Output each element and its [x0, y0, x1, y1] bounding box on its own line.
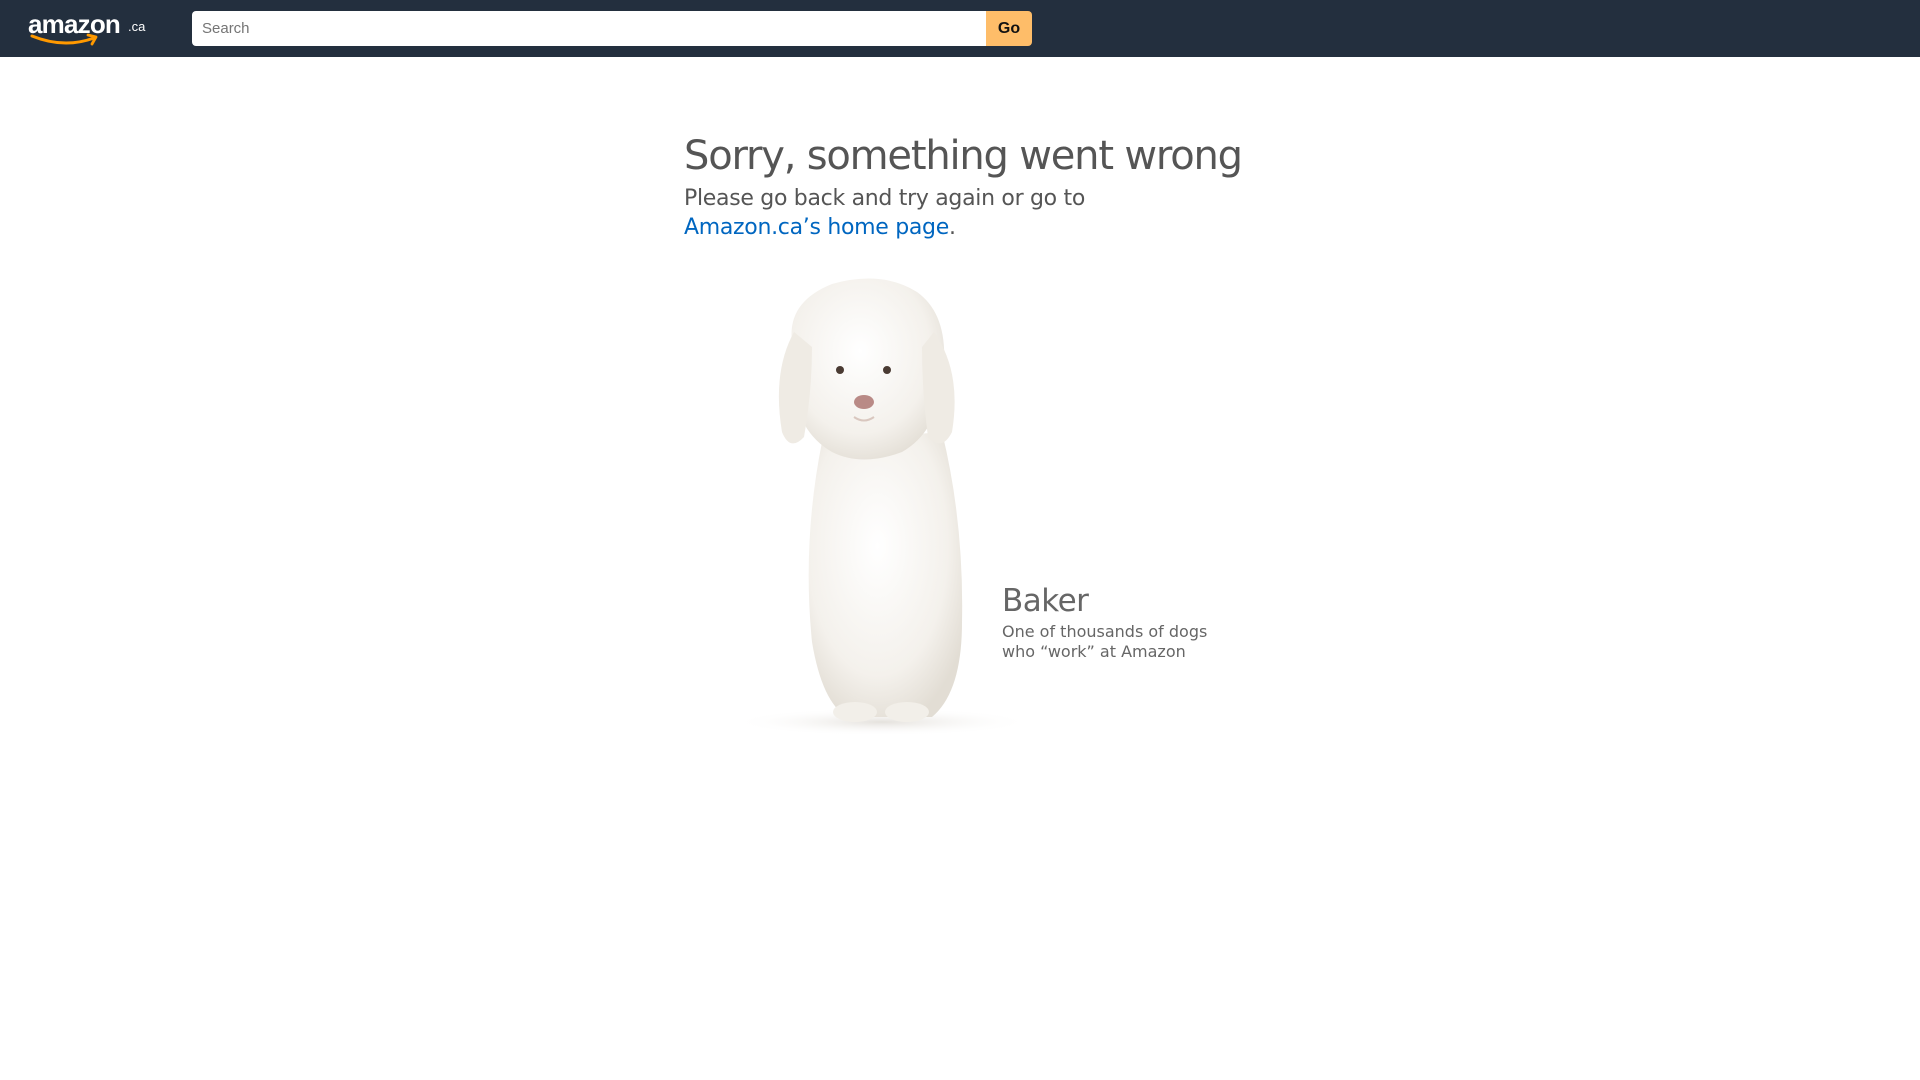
- error-message-block: Sorry, something went wrong Please go ba…: [684, 128, 1284, 242]
- navbar: amazon .ca Go: [0, 0, 1920, 57]
- search-bar: Go: [192, 11, 1032, 46]
- amazon-logo[interactable]: amazon .ca: [28, 9, 148, 49]
- error-trailing-period: .: [948, 215, 956, 240]
- logo-tld: .ca: [128, 19, 146, 34]
- home-page-link[interactable]: Amazon.ca’s home page: [684, 215, 949, 240]
- dog-caption: Baker One of thousands of dogs who “work…: [1002, 580, 1262, 662]
- dog-description: One of thousands of dogs who “work” at A…: [1002, 622, 1208, 661]
- error-message-text: Please go back and try again or go to: [684, 186, 1086, 211]
- go-button[interactable]: Go: [986, 11, 1032, 46]
- search-input[interactable]: [192, 11, 986, 46]
- error-description: Please go back and try again or go to Ama…: [684, 184, 1284, 242]
- smile-arrow-icon: [30, 33, 98, 46]
- error-title: Sorry, something went wrong: [684, 133, 1243, 179]
- dog-photo: [732, 278, 1032, 736]
- dog-name: Baker: [1002, 583, 1089, 619]
